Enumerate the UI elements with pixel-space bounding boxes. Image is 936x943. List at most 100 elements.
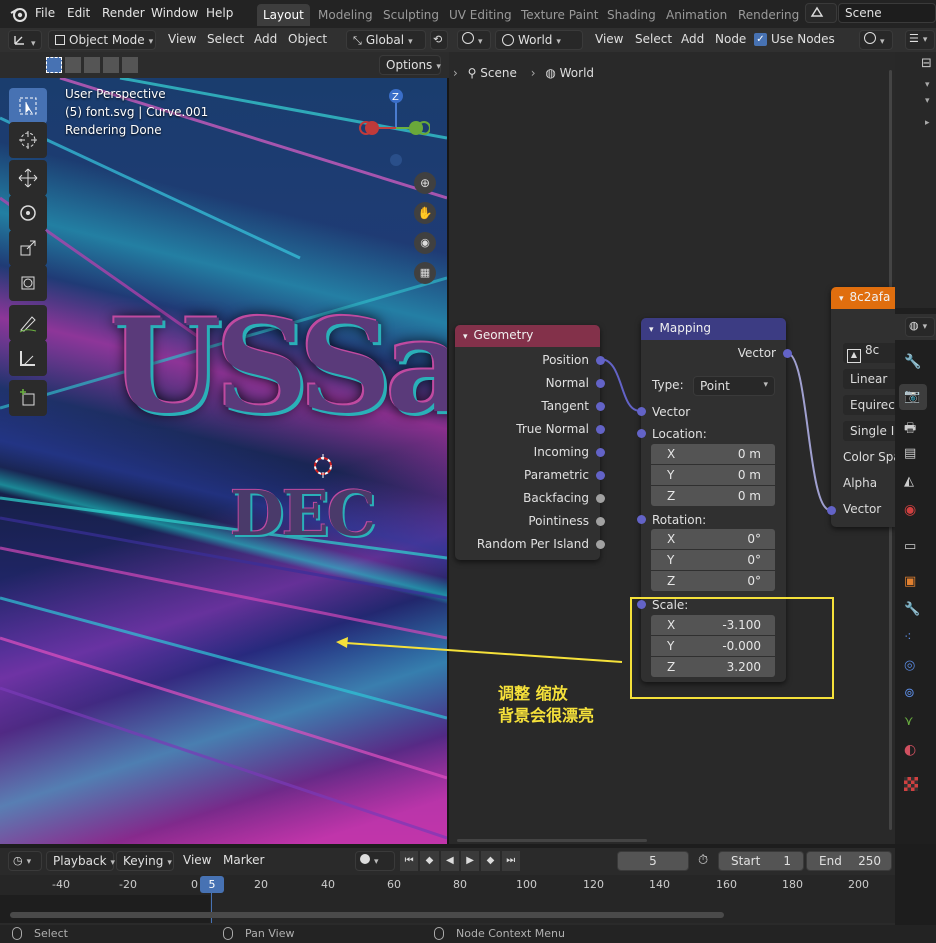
tab-animation[interactable]: Animation <box>660 4 733 26</box>
node-editor-type-button[interactable]: ▾ <box>457 30 491 50</box>
scene-name-field[interactable]: Scene <box>838 3 936 23</box>
output-socket-parametric[interactable] <box>596 471 605 480</box>
node-menu-node[interactable]: Node <box>715 32 746 46</box>
mapping-output-socket-vector[interactable] <box>783 349 792 358</box>
type-dropdown[interactable]: Point ▾ <box>693 376 775 396</box>
data-curve-icon[interactable]: ⋎ <box>904 714 922 732</box>
collapse-chevron-icon[interactable]: ▾ <box>649 325 654 335</box>
keying-menu[interactable]: Keying ▾ <box>116 851 174 871</box>
output-socket-random-per-island[interactable] <box>596 540 605 549</box>
select-box-tool[interactable] <box>9 88 47 124</box>
tab-modeling[interactable]: Modeling <box>312 4 379 26</box>
select-subtract-icon[interactable] <box>84 57 100 73</box>
camera-view-icon[interactable]: ◉ <box>414 232 436 254</box>
projection-dropdown[interactable]: Equirect <box>843 395 895 415</box>
stopwatch-icon[interactable]: ⏱ <box>698 853 708 868</box>
viewport-menu-object[interactable]: Object <box>288 32 327 46</box>
physics-icon[interactable]: ◎ <box>904 658 922 676</box>
current-frame-field[interactable]: 5 <box>617 851 689 871</box>
world-properties-icon[interactable]: ◉ <box>904 502 922 520</box>
transform-orientation-dropdown[interactable]: ⤡ Global ▾ <box>346 30 426 50</box>
view-layer-icon[interactable]: ▤ <box>904 446 922 464</box>
tab-texture-paint[interactable]: Texture Paint <box>515 4 604 26</box>
timeline-menu-marker[interactable]: Marker <box>223 853 264 867</box>
timeline-menu-view[interactable]: View <box>183 853 211 867</box>
texture-input-socket-vector[interactable] <box>827 506 836 515</box>
pan-hand-icon[interactable]: ✋ <box>414 202 436 224</box>
interpolation-dropdown[interactable]: Linear <box>843 369 895 389</box>
node-menu-view[interactable]: View <box>595 32 623 46</box>
zoom-icon[interactable]: ⊕ <box>414 172 436 194</box>
texture-checker-icon[interactable] <box>904 777 918 791</box>
blender-logo-icon[interactable] <box>10 5 28 23</box>
prev-keyframe-icon[interactable]: ◆ <box>420 851 439 871</box>
next-keyframe-icon[interactable]: ◆ <box>481 851 500 871</box>
jump-start-icon[interactable]: ⏮ <box>400 851 419 871</box>
scene-selector-button[interactable] <box>805 3 837 23</box>
playback-menu[interactable]: Playback ▾ <box>46 851 115 871</box>
cursor-tool[interactable] <box>9 122 47 158</box>
move-tool[interactable] <box>9 160 47 196</box>
object-mode-dropdown[interactable]: Object Mode ▾ <box>48 30 156 50</box>
tab-uv-editing[interactable]: UV Editing <box>443 4 518 26</box>
output-printer-icon[interactable]: 🖶 <box>904 419 922 437</box>
rotation-x-field[interactable]: X 0° <box>651 529 775 549</box>
rotate-tool[interactable] <box>9 195 47 231</box>
menu-file[interactable]: File <box>35 6 55 20</box>
texture-node-header[interactable]: ▾ 8c2afa <box>831 287 895 309</box>
playhead[interactable]: 5 <box>200 876 224 893</box>
start-frame-field[interactable]: Start 1 <box>718 851 804 871</box>
location-z-field[interactable]: Z 0 m <box>651 486 775 506</box>
grid-ortho-icon[interactable]: ▦ <box>414 262 436 284</box>
constraints-icon[interactable]: ⊚ <box>904 686 922 704</box>
options-dropdown[interactable]: Options ▾ <box>379 55 441 75</box>
output-socket-backfacing[interactable] <box>596 494 605 503</box>
location-x-field[interactable]: X 0 m <box>651 444 775 464</box>
rotation-y-field[interactable]: Y 0° <box>651 550 775 570</box>
viewport-menu-view[interactable]: View <box>168 32 196 46</box>
viewport-menu-select[interactable]: Select <box>207 32 244 46</box>
add-cube-tool[interactable] <box>9 380 47 416</box>
particles-icon[interactable]: ⁖ <box>904 630 922 648</box>
collection-icon[interactable]: ▭ <box>904 539 922 557</box>
collapse-chevron-icon[interactable]: ▾ <box>463 332 468 342</box>
timeline-editor-type[interactable]: ◷ ▾ <box>8 851 42 871</box>
3d-cursor-icon[interactable] <box>311 454 335 478</box>
menu-help[interactable]: Help <box>206 6 233 20</box>
snap-toggle[interactable]: ⟲ <box>430 30 448 50</box>
location-y-field[interactable]: Y 0 m <box>651 465 775 485</box>
mapping-input-socket-location[interactable] <box>637 429 646 438</box>
navigation-gizmo[interactable]: Z <box>358 86 430 170</box>
select-new-icon[interactable] <box>46 57 62 73</box>
viewport-menu-add[interactable]: Add <box>254 32 277 46</box>
annotate-tool[interactable] <box>9 305 47 341</box>
select-extend-icon[interactable] <box>65 57 81 73</box>
timeline-scrollbar[interactable] <box>10 912 724 918</box>
tab-sculpting[interactable]: Sculpting <box>377 4 445 26</box>
jump-end-icon[interactable]: ⏭ <box>501 851 520 871</box>
shader-type-dropdown[interactable]: World ▾ <box>495 30 583 50</box>
measure-tool[interactable] <box>9 340 47 376</box>
output-socket-pointiness[interactable] <box>596 517 605 526</box>
tab-rendering[interactable]: Rendering <box>732 4 805 26</box>
menu-window[interactable]: Window <box>151 6 198 20</box>
mapping-node-header[interactable]: ▾ Mapping <box>641 318 786 340</box>
collapse-arrow-icon[interactable]: ▸ <box>925 118 930 128</box>
tool-properties-icon[interactable]: 🔧 <box>904 354 922 372</box>
select-intersect-icon[interactable] <box>122 57 138 73</box>
image-field[interactable]: ▲ 8c <box>843 343 895 363</box>
use-nodes-checkbox[interactable]: ✓ <box>754 33 767 46</box>
select-invert-icon[interactable] <box>103 57 119 73</box>
mapping-input-socket-vector[interactable] <box>637 407 646 416</box>
environment-texture-node[interactable]: ▾ 8c2afa ▲ 8c Linear Equirect Single In Co… <box>831 287 901 527</box>
scene-properties-icon[interactable]: ◭ <box>904 474 922 492</box>
outliner-editor-type[interactable]: ☰ ▾ <box>905 30 935 50</box>
outliner-filter-icon[interactable]: ⊟ <box>921 56 932 71</box>
outliner-area[interactable]: ⊟ ▾ ▾ ▸ <box>895 52 936 308</box>
modifier-wrench-icon[interactable]: 🔧 <box>904 602 922 620</box>
material-icon[interactable]: ◐ <box>904 742 922 760</box>
geometry-node-header[interactable]: ▾ Geometry <box>455 325 600 347</box>
editor-type-button[interactable]: ▾ <box>8 30 42 50</box>
play-icon[interactable]: ▶ <box>460 851 480 871</box>
expand-arrow-icon[interactable]: ▾ <box>925 96 930 106</box>
